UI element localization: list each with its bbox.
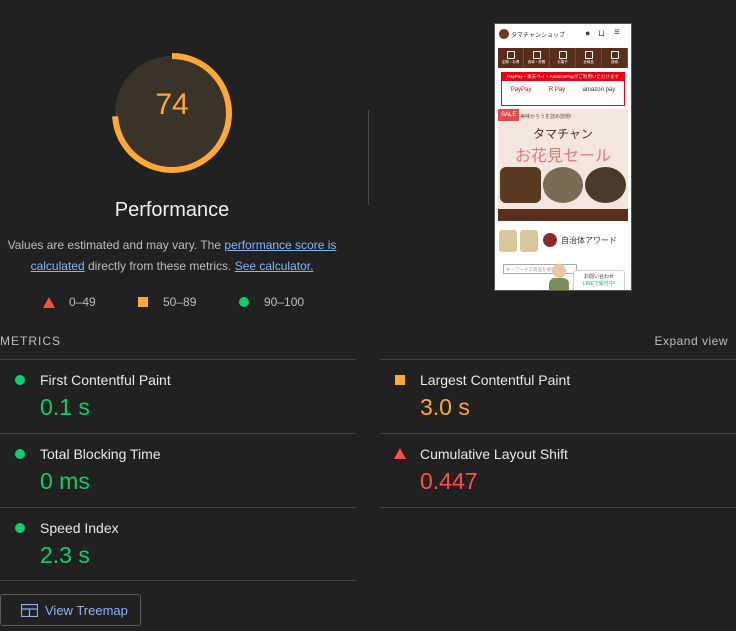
view-treemap-label: View Treemap: [45, 603, 128, 618]
thumb-nav-icon: [532, 51, 541, 59]
score-description: Values are estimated and may vary. The p…: [0, 235, 344, 277]
thumb-nav-item: 検索: [602, 48, 628, 68]
metric-lcp-value: 3.0 s: [420, 394, 470, 420]
performance-score: 74: [155, 88, 189, 121]
metric-si-name: Speed Index: [40, 520, 119, 536]
menu-icon: ≡: [614, 27, 620, 38]
logo-icon: [499, 29, 509, 39]
thumb-nav-item: 定期・お得: [498, 48, 524, 68]
view-treemap-button[interactable]: View Treemap: [0, 594, 141, 626]
thumb-nav-label: 食事・栄養: [527, 60, 546, 64]
food-image: [500, 167, 541, 203]
circle-icon: [239, 297, 249, 307]
food-image: [585, 167, 627, 203]
metric-fcp-name: First Contentful Paint: [40, 372, 171, 388]
thumb-nav-item: 全商品: [576, 48, 602, 68]
pass-circle-icon: [15, 375, 25, 385]
final-screenshot[interactable]: タマチャンショップ ● ⊔ ≡ 定期・お得 食事・栄養 お菓子 全商品 検索 PayPa…: [494, 23, 632, 291]
description-middle: directly from these metrics.: [84, 259, 235, 273]
thumb-nav-icon: [558, 51, 567, 59]
thumb-contact-line2: LINEで受付中!: [582, 281, 616, 287]
metric-lcp: Largest Contentful Paint 3.0 s: [380, 360, 710, 434]
thumb-nav: 定期・お得 食事・栄養 お菓子 全商品 検索: [498, 48, 628, 68]
vertical-divider: [368, 110, 369, 205]
metric-lcp-name: Largest Contentful Paint: [420, 372, 571, 388]
metrics-divider: [380, 507, 736, 508]
metric-cls: Cumulative Layout Shift 0.447: [380, 434, 710, 508]
fail-triangle-icon: [394, 448, 406, 459]
performance-title: Performance: [114, 199, 230, 221]
food-image: [542, 167, 584, 203]
thumb-nav-label: お菓子: [557, 60, 568, 64]
thumb-award: 自治体アワード: [499, 228, 627, 258]
cart-icon: ⊔: [598, 28, 606, 38]
metric-tbt: Total Blocking Time 0 ms: [0, 434, 330, 508]
thumb-sale-title-2: お花見セール: [514, 148, 611, 165]
thumb-sale-top: 美味かろうを詰め放題!: [520, 114, 572, 120]
user-icon: ●: [585, 28, 591, 38]
metric-tbt-name: Total Blocking Time: [40, 446, 161, 462]
award-medal-icon: [499, 230, 517, 252]
thumb-award-text: 自治体アワード: [561, 236, 617, 245]
thumb-nav-icon: [610, 51, 619, 59]
thumb-contact-line1: お問い合わせ: [583, 274, 614, 280]
thumb-header: タマチャンショップ ● ⊔ ≡: [499, 27, 627, 42]
metric-cls-name: Cumulative Layout Shift: [420, 446, 568, 462]
pass-circle-icon: [15, 523, 25, 533]
person-body-icon: [549, 278, 569, 290]
thumb-sale-footer: [498, 209, 628, 221]
square-icon: [138, 297, 148, 307]
paypay-logo: PayPay: [510, 87, 532, 93]
description-prefix: Values are estimated and may vary. The: [7, 238, 225, 252]
amazonpay-logo: amazon pay: [582, 87, 616, 93]
thumb-nav-item: お菓子: [550, 48, 576, 68]
rpay-logo: R Pay: [548, 87, 566, 93]
legend-average-label: 50–89: [163, 295, 197, 309]
thumb-nav-label: 全商品: [583, 60, 594, 64]
thumb-nav-label: 検索: [611, 60, 618, 64]
metric-cls-value: 0.447: [420, 468, 478, 494]
thumb-sale-banner: SALE 美味かろうを詰め放題! タマチャン お花見セール: [498, 109, 628, 221]
see-calculator-link[interactable]: See calculator.: [235, 259, 314, 273]
thumb-sale-title-1: タマチャン: [533, 127, 593, 141]
expand-view-toggle[interactable]: Expand view: [654, 334, 728, 348]
thumb-sale-badge: SALE: [498, 109, 520, 121]
legend-fail-label: 0–49: [69, 295, 96, 309]
metric-fcp-value: 0.1 s: [40, 394, 90, 420]
legend-pass-label: 90–100: [264, 295, 305, 309]
metrics-divider: [0, 580, 356, 581]
thumb-nav-item: 食事・栄養: [524, 48, 550, 68]
thumb-payment-banner: PayPay・楽天ペイ・AmazonPayがご利用いただけます PayPay R…: [501, 72, 625, 106]
thumb-shop-name: タマチャンショップ: [511, 33, 565, 39]
metric-si: Speed Index 2.3 s: [0, 508, 330, 582]
treemap-icon: [21, 604, 38, 617]
metric-fcp: First Contentful Paint 0.1 s: [0, 360, 330, 434]
person-head-icon: [552, 264, 566, 278]
average-square-icon: [395, 375, 405, 385]
thumb-person-illustration: [547, 262, 571, 290]
metric-tbt-value: 0 ms: [40, 468, 90, 494]
thumb-payment-text: PayPay・楽天ペイ・AmazonPayがご利用いただけます: [502, 73, 624, 81]
thumb-nav-icon: [584, 51, 593, 59]
thumb-contact-bubble: お問い合わせ LINEで受付中!: [573, 270, 625, 290]
thumb-nav-label: 定期・お得: [501, 60, 520, 64]
thumb-nav-icon: [506, 51, 515, 59]
metric-si-value: 2.3 s: [40, 542, 90, 568]
thumb-payment-logos: PayPay R Pay amazon pay: [502, 81, 624, 93]
award-medal-icon: [520, 230, 538, 252]
seal-icon: [543, 233, 557, 247]
pass-circle-icon: [15, 449, 25, 459]
thumb-food-images: [500, 167, 627, 203]
triangle-icon: [43, 297, 55, 308]
metrics-heading: METRICS: [0, 334, 61, 348]
